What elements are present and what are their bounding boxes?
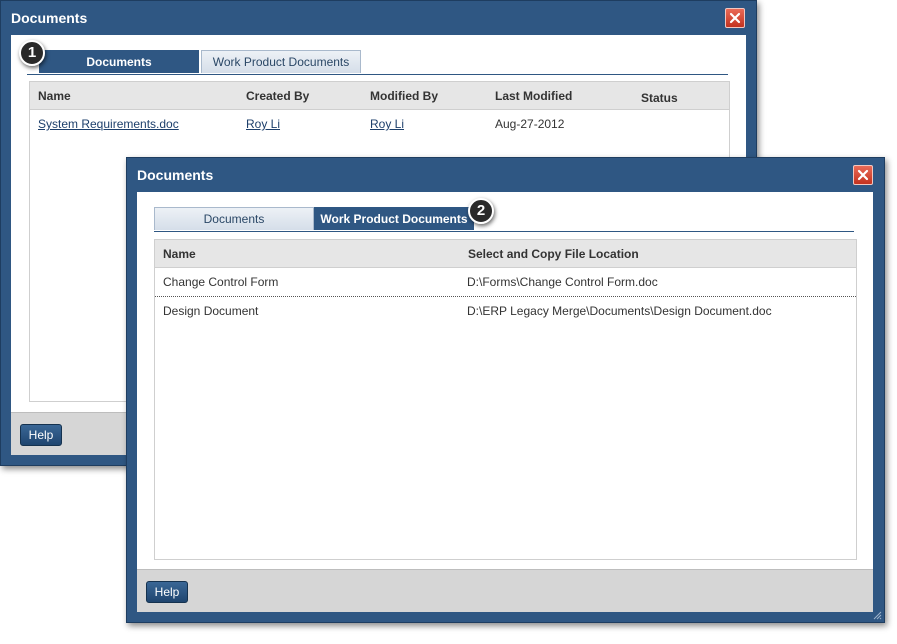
column-header-last-modified[interactable]: Last Modified <box>495 89 572 103</box>
created-by-link[interactable]: Roy Li <box>246 117 280 131</box>
step-badge: 2 <box>468 198 494 224</box>
close-icon <box>857 169 869 181</box>
document-name-link[interactable]: System Requirements.doc <box>38 117 179 131</box>
help-button[interactable]: Help <box>146 581 188 603</box>
tab-label: Work Product Documents <box>320 212 468 226</box>
tab-bar: Documents Work Product Documents <box>27 50 728 75</box>
close-button[interactable] <box>725 8 745 28</box>
dialog-title: Documents <box>137 167 214 183</box>
column-header-file-location[interactable]: Select and Copy File Location <box>468 247 639 261</box>
table-row[interactable]: Change Control Form D:\Forms\Change Cont… <box>155 268 856 297</box>
tab-label: Work Product Documents <box>212 55 350 69</box>
modified-by-link[interactable]: Roy Li <box>370 117 404 131</box>
table-header: Name Created By Modified By Last Modifie… <box>30 82 729 110</box>
documents-dialog-front: Documents Documents Work Product Documen… <box>126 157 885 623</box>
close-button[interactable] <box>853 165 873 185</box>
dialog-content: Documents Work Product Documents 2 Name … <box>137 192 873 569</box>
table-row[interactable]: Design Document D:\ERP Legacy Merge\Docu… <box>155 297 856 325</box>
step-badge: 1 <box>19 40 45 66</box>
column-header-created-by[interactable]: Created By <box>246 89 309 103</box>
column-header-name[interactable]: Name <box>38 89 71 103</box>
file-location-cell[interactable]: D:\ERP Legacy Merge\Documents\Design Doc… <box>467 304 772 318</box>
tab-label: Documents <box>86 55 152 69</box>
document-name-cell: Change Control Form <box>163 275 279 289</box>
tab-work-product-documents[interactable]: Work Product Documents <box>314 207 474 230</box>
resize-grip-icon[interactable] <box>873 611 882 620</box>
document-name-cell: Design Document <box>163 304 259 318</box>
column-header-name[interactable]: Name <box>163 247 196 261</box>
dialog-title: Documents <box>11 10 88 26</box>
close-icon <box>729 12 741 24</box>
last-modified-cell: Aug-27-2012 <box>495 117 565 131</box>
dialog-titlebar[interactable]: Documents <box>127 158 884 192</box>
help-button[interactable]: Help <box>20 424 62 446</box>
tab-work-product-documents[interactable]: Work Product Documents <box>201 50 361 73</box>
file-locations-table: Name Select and Copy File Location Chang… <box>154 239 857 560</box>
dialog-footer: Help <box>137 569 873 612</box>
column-header-status[interactable]: Status <box>641 91 678 105</box>
tab-documents[interactable]: Documents <box>39 50 199 73</box>
column-header-modified-by[interactable]: Modified By <box>370 89 438 103</box>
table-header: Name Select and Copy File Location <box>155 240 856 268</box>
file-location-cell[interactable]: D:\Forms\Change Control Form.doc <box>467 275 658 289</box>
dialog-titlebar[interactable]: Documents <box>1 1 756 35</box>
tab-documents[interactable]: Documents <box>154 207 314 230</box>
table-row[interactable]: System Requirements.doc Roy Li Roy Li Au… <box>30 110 729 138</box>
tab-bar: Documents Work Product Documents <box>154 207 854 232</box>
tab-label: Documents <box>203 212 265 226</box>
